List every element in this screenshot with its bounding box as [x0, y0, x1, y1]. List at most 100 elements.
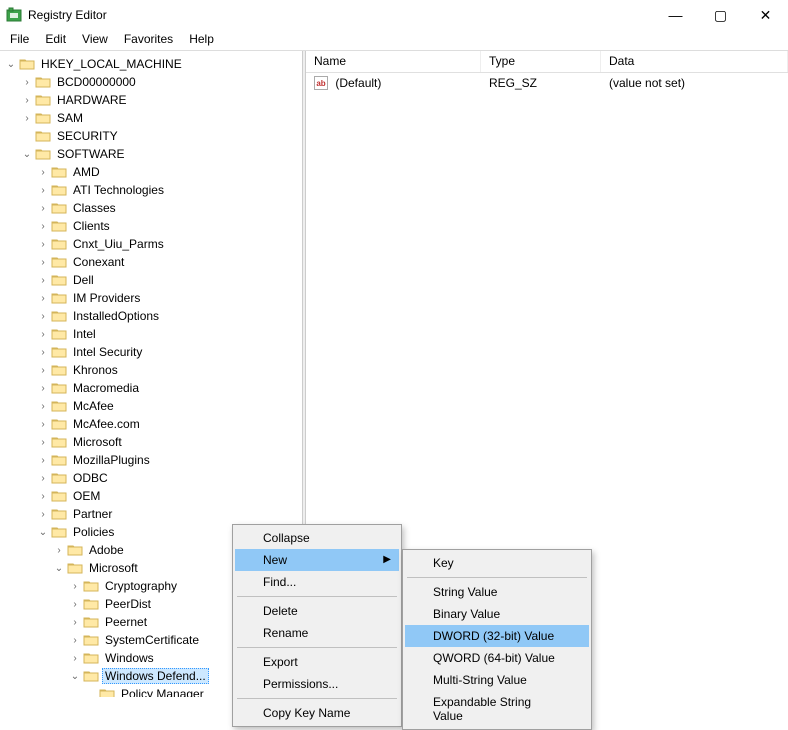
value-type: REG_SZ: [481, 75, 601, 91]
col-header-name[interactable]: Name: [306, 51, 481, 72]
menu-edit[interactable]: Edit: [37, 30, 74, 50]
menu-file[interactable]: File: [2, 30, 37, 50]
ctx-permissions[interactable]: Permissions...: [235, 673, 399, 695]
tree-node-label: HKEY_LOCAL_MACHINE: [38, 56, 185, 72]
tree-node[interactable]: ›McAfee: [36, 397, 302, 415]
expand-icon[interactable]: ›: [68, 579, 82, 593]
expand-icon[interactable]: ›: [36, 183, 50, 197]
tree-node[interactable]: ›Dell: [36, 271, 302, 289]
expand-icon[interactable]: ›: [36, 201, 50, 215]
expand-icon[interactable]: ›: [20, 75, 34, 89]
expand-icon[interactable]: ›: [36, 471, 50, 485]
tree-node[interactable]: ›HARDWARE: [20, 91, 302, 109]
expand-icon[interactable]: ›: [36, 165, 50, 179]
expand-icon[interactable]: ›: [36, 507, 50, 521]
expand-icon[interactable]: ›: [36, 453, 50, 467]
tree-node[interactable]: ›InstalledOptions: [36, 307, 302, 325]
tree-node[interactable]: ›ATI Technologies: [36, 181, 302, 199]
tree-node[interactable]: ›OEM: [36, 487, 302, 505]
tree-node[interactable]: SECURITY: [20, 127, 302, 145]
tree-node[interactable]: ›Conexant: [36, 253, 302, 271]
folder-icon: [35, 111, 51, 125]
folder-icon: [51, 237, 67, 251]
ctx-new-key[interactable]: Key: [405, 552, 589, 574]
menu-favorites[interactable]: Favorites: [116, 30, 181, 50]
folder-icon: [51, 183, 67, 197]
folder-icon: [83, 633, 99, 647]
tree-node[interactable]: ⌄ HKEY_LOCAL_MACHINE: [4, 55, 302, 73]
ctx-copy-key-name[interactable]: Copy Key Name: [235, 702, 399, 724]
expand-icon[interactable]: ›: [36, 381, 50, 395]
collapse-icon[interactable]: ⌄: [20, 147, 34, 161]
tree-node[interactable]: ›MozillaPlugins: [36, 451, 302, 469]
expand-icon[interactable]: ›: [36, 489, 50, 503]
tree-node[interactable]: ›SAM: [20, 109, 302, 127]
ctx-new[interactable]: New ▶: [235, 549, 399, 571]
collapse-icon[interactable]: ⌄: [36, 525, 50, 539]
tree-node[interactable]: ›Khronos: [36, 361, 302, 379]
tree-node[interactable]: ›Microsoft: [36, 433, 302, 451]
close-button[interactable]: ✕: [743, 0, 788, 30]
ctx-new-dword[interactable]: DWORD (32-bit) Value: [405, 625, 589, 647]
tree-node[interactable]: › Classes: [36, 199, 302, 217]
folder-icon: [51, 291, 67, 305]
tree-node-label: Classes: [70, 200, 119, 216]
tree-node[interactable]: ›Cnxt_Uiu_Parms: [36, 235, 302, 253]
ctx-delete[interactable]: Delete: [235, 600, 399, 622]
collapse-icon[interactable]: ⌄: [4, 57, 18, 71]
ctx-export[interactable]: Export: [235, 651, 399, 673]
folder-icon: [83, 651, 99, 665]
expand-icon[interactable]: ›: [20, 111, 34, 125]
tree-node[interactable]: ›Macromedia: [36, 379, 302, 397]
tree-node-label: SystemCertificate: [102, 632, 202, 648]
tree-node[interactable]: ›IM Providers: [36, 289, 302, 307]
expand-icon[interactable]: ›: [20, 93, 34, 107]
maximize-button[interactable]: ▢: [698, 0, 743, 30]
expand-icon[interactable]: ›: [36, 327, 50, 341]
tree-node[interactable]: ›Clients: [36, 217, 302, 235]
ctx-find[interactable]: Find...: [235, 571, 399, 593]
col-header-data[interactable]: Data: [601, 51, 788, 72]
expand-icon[interactable]: ›: [36, 363, 50, 377]
expand-icon[interactable]: ›: [36, 399, 50, 413]
tree-node-label: BCD00000000: [54, 74, 139, 90]
tree-node[interactable]: ›Intel: [36, 325, 302, 343]
expand-icon[interactable]: ›: [68, 633, 82, 647]
expand-icon[interactable]: ›: [36, 309, 50, 323]
minimize-button[interactable]: —: [653, 0, 698, 30]
ctx-collapse[interactable]: Collapse: [235, 527, 399, 549]
expand-icon[interactable]: ›: [68, 615, 82, 629]
expand-icon[interactable]: ›: [36, 237, 50, 251]
tree-node[interactable]: ›Partner: [36, 505, 302, 523]
collapse-icon[interactable]: ⌄: [52, 561, 66, 575]
menu-view[interactable]: View: [74, 30, 116, 50]
expand-icon[interactable]: ›: [36, 291, 50, 305]
value-name: (Default): [335, 76, 381, 90]
expand-icon[interactable]: ›: [68, 597, 82, 611]
tree-node[interactable]: ›ODBC: [36, 469, 302, 487]
ctx-new-qword[interactable]: QWORD (64-bit) Value: [405, 647, 589, 669]
ctx-new-expandstring[interactable]: Expandable String Value: [405, 691, 589, 727]
menu-help[interactable]: Help: [181, 30, 222, 50]
col-header-type[interactable]: Type: [481, 51, 601, 72]
tree-node[interactable]: ›AMD: [36, 163, 302, 181]
tree-node[interactable]: ›Intel Security: [36, 343, 302, 361]
tree-node-label: Policy Manager: [118, 686, 207, 697]
tree-node[interactable]: › BCD00000000: [20, 73, 302, 91]
expand-icon[interactable]: ›: [52, 543, 66, 557]
ctx-new-binary[interactable]: Binary Value: [405, 603, 589, 625]
expand-icon[interactable]: ›: [36, 273, 50, 287]
tree-node[interactable]: ⌄SOFTWARE: [20, 145, 302, 163]
list-row[interactable]: ab (Default) REG_SZ (value not set): [306, 73, 788, 93]
expand-icon[interactable]: ›: [36, 345, 50, 359]
expand-icon[interactable]: ›: [36, 255, 50, 269]
ctx-rename[interactable]: Rename: [235, 622, 399, 644]
collapse-icon[interactable]: ⌄: [68, 669, 82, 683]
tree-node[interactable]: ›McAfee.com: [36, 415, 302, 433]
ctx-new-string[interactable]: String Value: [405, 581, 589, 603]
expand-icon[interactable]: ›: [36, 219, 50, 233]
expand-icon[interactable]: ›: [36, 417, 50, 431]
expand-icon[interactable]: ›: [68, 651, 82, 665]
ctx-new-multistring[interactable]: Multi-String Value: [405, 669, 589, 691]
expand-icon[interactable]: ›: [36, 435, 50, 449]
